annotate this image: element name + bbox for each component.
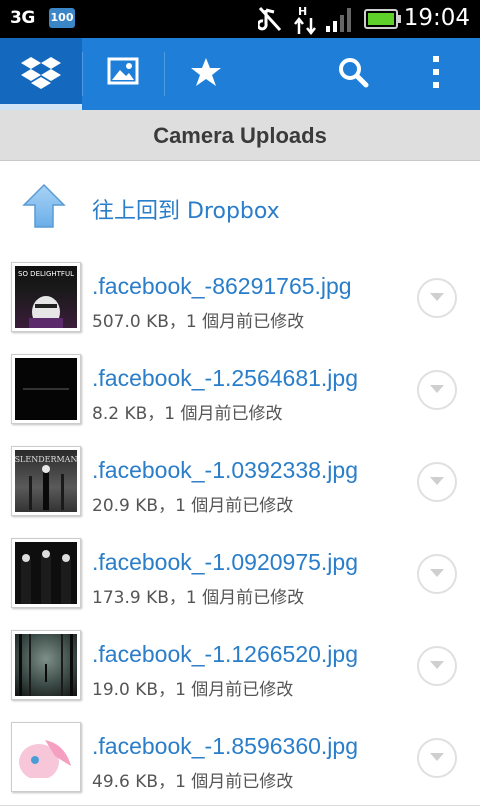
action-bar: [0, 38, 480, 110]
file-meta: 49.6 KB，1 個月前已修改: [92, 772, 294, 792]
file-row[interactable]: SLENDERMAN .facebook_-1.0392338.jpg 20.9…: [0, 437, 480, 530]
tab-photos[interactable]: [83, 38, 163, 110]
dropbox-icon: [21, 55, 61, 93]
svg-text:H: H: [298, 5, 307, 18]
file-meta: 19.0 KB，1 個月前已修改: [92, 680, 294, 700]
file-thumbnail: [11, 722, 81, 792]
file-meta: 8.2 KB，1 個月前已修改: [92, 404, 283, 424]
file-row[interactable]: .facebook_-1.8596360.jpg 49.6 KB，1 個月前已修…: [0, 713, 480, 806]
thumbnail-caption: SLENDERMAN: [15, 455, 77, 464]
chevron-down-icon: [430, 753, 444, 761]
battery-saver-badge: 100: [49, 8, 75, 28]
tab-dropbox[interactable]: [0, 38, 82, 110]
file-name: .facebook_-1.1266520.jpg: [92, 641, 358, 667]
file-thumbnail: SLENDERMAN: [11, 446, 81, 516]
chevron-down-icon: [430, 293, 444, 301]
up-to-parent-label: 往上回到 Dropbox: [92, 199, 280, 224]
file-thumbnail: [11, 630, 81, 700]
overflow-menu-button[interactable]: [412, 38, 460, 110]
search-icon: [337, 56, 369, 92]
chevron-down-icon: [430, 385, 444, 393]
file-options-button[interactable]: [417, 646, 457, 686]
network-type: 3G: [10, 8, 35, 28]
file-name: .facebook_-1.8596360.jpg: [92, 733, 358, 759]
thumbnail-caption: SO DELIGHTFUL: [18, 270, 74, 278]
file-options-button[interactable]: [417, 738, 457, 778]
file-row[interactable]: .facebook_-1.1266520.jpg 19.0 KB，1 個月前已修…: [0, 621, 480, 714]
file-options-button[interactable]: [417, 278, 457, 318]
signal-strength-icon: [325, 4, 357, 38]
status-bar: 3G 100 H 19:04: [0, 0, 480, 38]
chevron-down-icon: [430, 661, 444, 669]
up-arrow-icon: [22, 183, 66, 229]
file-row[interactable]: .facebook_-1.0920975.jpg 173.9 KB，1 個月前已…: [0, 529, 480, 622]
file-options-button[interactable]: [417, 554, 457, 594]
file-meta: 173.9 KB，1 個月前已修改: [92, 588, 305, 608]
file-name: .facebook_-1.0920975.jpg: [92, 549, 358, 575]
file-name: .facebook_-1.0392338.jpg: [92, 457, 358, 483]
chevron-down-icon: [430, 477, 444, 485]
file-name: .facebook_-1.2564681.jpg: [92, 365, 358, 391]
file-thumbnail: [11, 538, 81, 608]
photos-icon: [107, 57, 139, 91]
chevron-down-icon: [430, 569, 444, 577]
file-thumbnail: [11, 354, 81, 424]
overflow-menu-icon: [431, 55, 441, 93]
search-button[interactable]: [326, 38, 380, 110]
file-name: .facebook_-86291765.jpg: [92, 273, 352, 299]
clock: 19:04: [403, 5, 470, 31]
data-transfer-icon: H: [294, 4, 318, 40]
up-to-parent-row[interactable]: 往上回到 Dropbox: [0, 161, 480, 254]
folder-title: Camera Uploads: [0, 110, 480, 161]
file-row[interactable]: .facebook_-1.2564681.jpg 8.2 KB，1 個月前已修改: [0, 345, 480, 438]
vibrate-muted-icon: [256, 4, 284, 38]
favorites-star-icon: [190, 56, 222, 92]
file-options-button[interactable]: [417, 370, 457, 410]
battery-icon: [364, 9, 402, 33]
tab-favorites[interactable]: [165, 38, 247, 110]
file-row[interactable]: SO DELIGHTFUL .facebook_-86291765.jpg 50…: [0, 253, 480, 346]
file-thumbnail: SO DELIGHTFUL: [11, 262, 81, 332]
file-options-button[interactable]: [417, 462, 457, 502]
file-meta: 507.0 KB，1 個月前已修改: [92, 312, 305, 332]
file-meta: 20.9 KB，1 個月前已修改: [92, 496, 294, 516]
